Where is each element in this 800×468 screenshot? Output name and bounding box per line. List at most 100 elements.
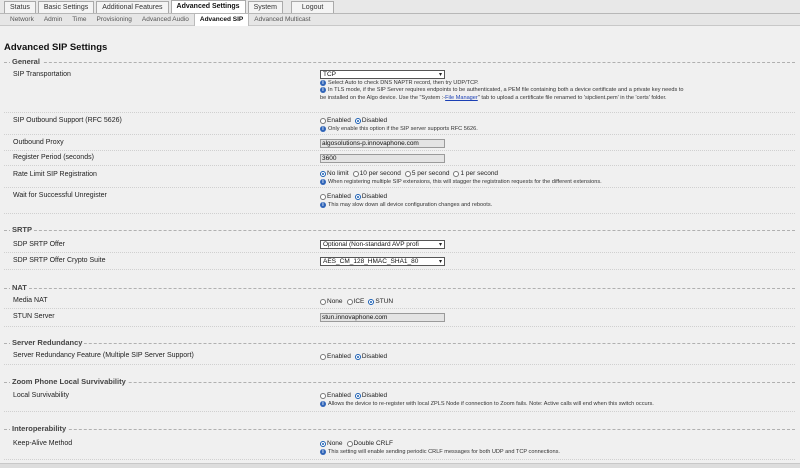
subtab-provisioning[interactable]: Provisioning	[91, 14, 136, 26]
section-nat: NAT	[4, 283, 795, 292]
local-survivability-label: Local Survivability	[13, 392, 70, 399]
wait-unregister-disabled-radio[interactable]: Disabled	[354, 193, 387, 200]
rate-limit-5-radio[interactable]: 5 per second	[404, 170, 449, 177]
sip-transportation-help-1: i Select Auto to check DNS NAPTR record,…	[320, 80, 789, 86]
media-nat-none-radio[interactable]: None	[320, 298, 343, 305]
keepalive-none-radio[interactable]: None	[320, 440, 343, 447]
sip-transportation-select[interactable]: TCP ▾	[320, 70, 445, 79]
outbound-support-disabled-radio[interactable]: Disabled	[354, 117, 387, 124]
local-survivability-enabled-radio[interactable]: Enabled	[320, 392, 351, 399]
outbound-support-enabled-radio[interactable]: Enabled	[320, 117, 351, 124]
horizontal-scrollbar[interactable]	[0, 463, 800, 468]
radio-button-icon	[320, 193, 326, 200]
radio-button-icon	[354, 117, 361, 124]
sip-transportation-value: TCP	[323, 71, 336, 78]
media-nat-ice-radio[interactable]: ICE	[346, 298, 364, 305]
section-server-redundancy: Server Redundancy	[4, 338, 795, 347]
sip-transportation-help-3: be installed on the Algo device. Use the…	[320, 94, 667, 101]
row-media-nat: Media NAT None ICE STUN	[4, 294, 795, 309]
info-icon: i	[320, 202, 326, 208]
radio-button-icon	[354, 353, 361, 360]
info-icon: i	[320, 449, 326, 455]
keepalive-label: Keep-Alive Method	[13, 440, 73, 447]
row-outbound-support: SIP Outbound Support (RFC 5626) Enabled …	[4, 113, 795, 135]
info-icon: i	[320, 401, 326, 407]
info-icon: i	[320, 80, 326, 86]
section-zoom-survivability: Zoom Phone Local Survivability	[4, 377, 795, 386]
stun-server-input[interactable]: stun.innovaphone.com	[320, 313, 445, 322]
sip-transportation-help-2: i In TLS mode, if the SIP Server require…	[320, 87, 789, 94]
server-redundancy-disabled-radio[interactable]: Disabled	[354, 353, 387, 360]
radio-button-icon	[346, 440, 353, 447]
register-period-input[interactable]: 3600	[320, 154, 445, 163]
row-stun-server: STUN Server stun.innovaphone.com	[4, 309, 795, 327]
radio-button-icon	[320, 170, 326, 177]
rate-limit-no-limit-radio[interactable]: No limit	[320, 170, 349, 177]
row-wait-unregister: Wait for Successful Unregister Enabled D…	[4, 188, 795, 214]
register-period-label: Register Period (seconds)	[13, 154, 94, 161]
outbound-proxy-input[interactable]: algosolutions-p.innovaphone.com	[320, 139, 445, 148]
tab-system[interactable]: System	[247, 1, 283, 13]
subtab-admin[interactable]: Admin	[39, 14, 67, 26]
subtab-time[interactable]: Time	[67, 14, 91, 26]
tab-advanced-settings[interactable]: Advanced Settings	[170, 0, 246, 13]
wait-unregister-help: i This may slow down all device configur…	[320, 202, 789, 208]
tab-basic-settings[interactable]: Basic Settings	[37, 1, 95, 13]
logout-button[interactable]: Logout	[290, 1, 335, 13]
server-redundancy-label: Server Redundancy Feature (Multiple SIP …	[13, 352, 194, 359]
section-title-zoom-survivability: Zoom Phone Local Survivability	[10, 377, 128, 386]
row-local-survivability: Local Survivability Enabled Disabled i A…	[4, 388, 795, 412]
sub-tab-bar: Network Admin Time Provisioning Advanced…	[0, 13, 800, 26]
radio-button-icon	[354, 392, 361, 399]
subtab-advanced-sip[interactable]: Advanced SIP	[193, 13, 250, 26]
radio-button-icon	[320, 298, 326, 305]
outbound-proxy-label: Outbound Proxy	[13, 139, 64, 146]
section-title-interoperability: Interoperability	[10, 424, 69, 433]
sdp-srtp-offer-value: Optional (Non-standard AVP profi	[323, 241, 419, 248]
radio-button-icon	[453, 170, 460, 177]
section-title-nat: NAT	[10, 283, 29, 292]
tab-status[interactable]: Status	[4, 1, 36, 13]
outbound-support-help: i Only enable this option if the SIP ser…	[320, 126, 789, 132]
local-survivability-help: i Allows the device to re-register with …	[320, 401, 789, 407]
row-keepalive: Keep-Alive Method None Double CRLF i Thi…	[4, 436, 795, 460]
rate-limit-help: i When registering multiple SIP extensio…	[320, 179, 789, 185]
media-nat-stun-radio[interactable]: STUN	[368, 298, 393, 305]
info-icon: i	[320, 126, 326, 132]
keepalive-double-crlf-radio[interactable]: Double CRLF	[346, 440, 393, 447]
tab-additional-features[interactable]: Additional Features	[96, 1, 169, 13]
section-title-srtp: SRTP	[10, 225, 35, 234]
section-srtp: SRTP	[4, 225, 795, 234]
section-interoperability: Interoperability	[4, 424, 795, 433]
rate-limit-label: Rate Limit SIP Registration	[13, 171, 97, 178]
crypto-suite-label: SDP SRTP Offer Crypto Suite	[13, 257, 106, 264]
row-rate-limit: Rate Limit SIP Registration No limit 10 …	[4, 166, 795, 188]
radio-button-icon	[354, 193, 361, 200]
row-server-redundancy: Server Redundancy Feature (Multiple SIP …	[4, 349, 795, 365]
sip-transportation-label: SIP Transportation	[13, 71, 71, 78]
rate-limit-1-radio[interactable]: 1 per second	[453, 170, 498, 177]
radio-button-icon	[352, 170, 359, 177]
server-redundancy-enabled-radio[interactable]: Enabled	[320, 353, 351, 360]
stun-server-label: STUN Server	[13, 313, 55, 320]
radio-button-icon	[368, 298, 375, 305]
local-survivability-disabled-radio[interactable]: Disabled	[354, 392, 387, 399]
wait-unregister-enabled-radio[interactable]: Enabled	[320, 193, 351, 200]
radio-button-icon	[320, 353, 326, 360]
subtab-advanced-multicast[interactable]: Advanced Multicast	[249, 14, 315, 26]
sdp-srtp-offer-select[interactable]: Optional (Non-standard AVP profi ▾	[320, 240, 445, 249]
info-icon: i	[320, 179, 326, 185]
subtab-advanced-audio[interactable]: Advanced Audio	[137, 14, 194, 26]
info-icon: i	[320, 87, 326, 94]
outbound-support-label: SIP Outbound Support (RFC 5626)	[13, 117, 122, 124]
subtab-network[interactable]: Network	[5, 14, 39, 26]
section-title-general: General	[10, 57, 42, 66]
radio-button-icon	[404, 170, 411, 177]
radio-button-icon	[320, 117, 326, 124]
sdp-srtp-offer-label: SDP SRTP Offer	[13, 241, 66, 248]
keepalive-help: i This setting will enable sending perio…	[320, 449, 789, 455]
crypto-suite-select[interactable]: AES_CM_128_HMAC_SHA1_80 ▾	[320, 257, 445, 266]
page-title: Advanced SIP Settings	[4, 42, 108, 53]
file-manager-link[interactable]: File Manager	[445, 95, 478, 101]
rate-limit-10-radio[interactable]: 10 per second	[352, 170, 401, 177]
